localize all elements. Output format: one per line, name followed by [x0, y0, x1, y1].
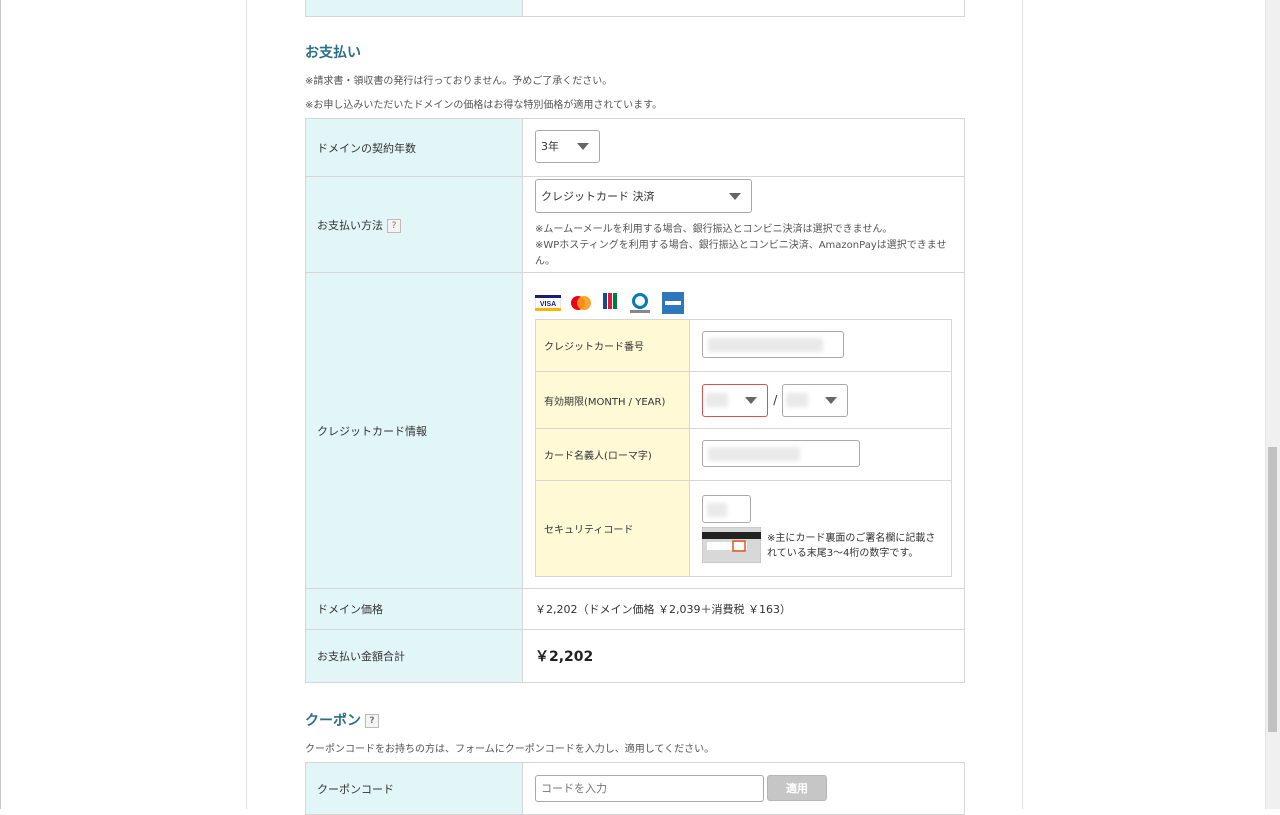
contract-years-select[interactable]: 3年	[535, 129, 600, 163]
security-code-input[interactable]	[702, 494, 751, 523]
help-icon[interactable]: ?	[365, 714, 379, 728]
expiry-month-select[interactable]	[702, 383, 768, 417]
jcb-icon	[603, 293, 617, 309]
special-price-note: ※お申し込みいただいたドメインの価格はお得な特別価格が適用されています。	[305, 100, 663, 111]
card-info-label: クレジットカード情報	[305, 272, 523, 589]
total-label: お支払い金額合計	[305, 629, 523, 683]
card-number-label: クレジットカード番号	[535, 319, 690, 372]
domain-price-label: ドメイン価格	[305, 588, 523, 630]
payment-method-row: お支払い方法? クレジットカード 決済 ※ムームーメールを利用する場合、銀行振込…	[305, 176, 965, 273]
method-note-wp-hosting: ※WPホスティングを利用する場合、銀行振込とコンビニ決済、AmazonPayは選…	[535, 240, 947, 267]
card-holder-input[interactable]	[702, 439, 860, 467]
coupon-section-title: クーポン	[305, 713, 361, 729]
help-icon[interactable]: ?	[387, 218, 401, 233]
previous-section-row	[305, 0, 965, 17]
contract-years-label: ドメインの契約年数	[305, 118, 523, 177]
payment-method-label: お支払い方法	[317, 218, 383, 232]
mastercard-icon	[571, 296, 591, 310]
domain-price-value: ￥2,202（ドメイン価格 ￥2,039＋消費税 ￥163）	[522, 588, 965, 630]
apply-coupon-button[interactable]: 適用	[767, 775, 827, 801]
visa-icon: VISA	[535, 295, 561, 311]
payment-table: ドメインの契約年数 3年 お支払い方法? クレジットカード 決済 ※ムームーメー…	[305, 118, 965, 683]
contract-years-row: ドメインの契約年数 3年	[305, 118, 965, 177]
security-code-note: ※主にカード裏面のご署名欄に記載されている末尾3〜4桁の数字です。	[767, 532, 936, 559]
card-back-security-code-icon	[702, 526, 761, 563]
domain-price-row: ドメイン価格 ￥2,202（ドメイン価格 ￥2,039＋消費税 ￥163）	[305, 588, 965, 630]
security-code-label: セキュリティコード	[535, 480, 690, 577]
amex-icon	[662, 292, 684, 314]
card-holder-label: カード名義人(ローマ字)	[535, 428, 690, 481]
browser-viewport: お支払い ※請求書・領収書の発行は行っておりません。予めご了承ください。 ※お申…	[0, 0, 1266, 815]
coupon-table: クーポンコード 適用	[305, 762, 965, 815]
payment-method-value: クレジットカード 決済	[541, 190, 655, 203]
invoice-note: ※請求書・領収書の発行は行っておりません。予めご了承ください。	[305, 76, 613, 87]
payment-section-title: お支払い	[305, 45, 361, 61]
chevron-down-icon	[745, 397, 757, 404]
card-info-row: クレジットカード情報 VISA クレジットカード番号 有効期限(MONTH / …	[305, 272, 965, 589]
coupon-code-input[interactable]	[535, 775, 764, 802]
expiry-label: 有効期限(MONTH / YEAR)	[535, 371, 690, 429]
expiry-year-select[interactable]	[782, 383, 849, 417]
card-detail-table: クレジットカード番号 有効期限(MONTH / YEAR) / カード名義人(ロ…	[535, 319, 952, 577]
expiry-separator: /	[773, 393, 778, 407]
chevron-down-icon	[729, 193, 741, 200]
payment-method-select[interactable]: クレジットカード 決済	[535, 179, 752, 213]
method-note-moomoo-mail: ※ムームーメールを利用する場合、銀行振込とコンビニ決済は選択できません。	[535, 224, 893, 235]
svg-text:VISA: VISA	[540, 301, 556, 308]
diners-club-icon	[630, 293, 650, 313]
contract-years-value: 3年	[541, 140, 559, 153]
coupon-note: クーポンコードをお持ちの方は、フォームにクーポンコードを入力し、適用してください…	[305, 744, 715, 755]
total-value: ￥2,202	[535, 649, 594, 665]
coupon-code-label: クーポンコード	[305, 762, 523, 815]
coupon-code-row: クーポンコード 適用	[305, 762, 965, 815]
scrollbar-thumb[interactable]	[1268, 447, 1277, 732]
card-brand-icons: VISA	[535, 292, 964, 319]
vertical-scrollbar[interactable]	[1265, 0, 1280, 809]
card-number-input[interactable]	[702, 330, 844, 358]
chevron-down-icon	[825, 397, 838, 404]
chevron-down-icon	[577, 143, 589, 150]
total-row: お支払い金額合計 ￥2,202	[305, 629, 965, 683]
